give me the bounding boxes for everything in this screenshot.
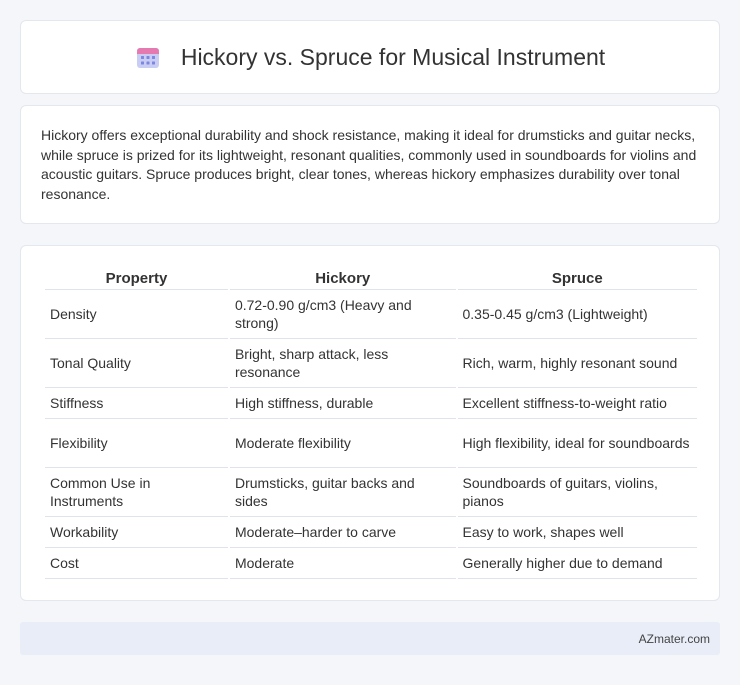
header-card: Hickory vs. Spruce for Musical Instrumen…: [20, 20, 720, 94]
row-hickory-value: 0.72-0.90 g/cm3 (Heavy and strong): [229, 290, 456, 339]
row-property: Tonal Quality: [45, 339, 228, 388]
row-spruce-value: Rich, warm, highly resonant sound: [457, 339, 697, 388]
table-row: Workability Moderate–harder to carve Eas…: [45, 517, 697, 548]
table-row: Tonal Quality Bright, sharp attack, less…: [45, 339, 697, 388]
table-row: Stiffness High stiffness, durable Excell…: [45, 388, 697, 419]
row-spruce-value: High flexibility, ideal for soundboards: [457, 419, 697, 468]
column-header-hickory: Hickory: [229, 266, 456, 290]
table-row: Flexibility Moderate flexibility High fl…: [45, 419, 697, 468]
summary-card: Hickory offers exceptional durability an…: [20, 105, 720, 224]
page-title: Hickory vs. Spruce for Musical Instrumen…: [180, 43, 606, 70]
comparison-table-card: Property Hickory Spruce Density 0.72-0.9…: [20, 245, 720, 601]
row-property: Cost: [45, 548, 228, 579]
row-property: Common Use in Instruments: [45, 468, 228, 517]
row-hickory-value: Moderate flexibility: [229, 419, 456, 468]
row-hickory-value: Bright, sharp attack, less resonance: [229, 339, 456, 388]
summary-text: Hickory offers exceptional durability an…: [41, 127, 697, 202]
row-spruce-value: Generally higher due to demand: [457, 548, 697, 579]
row-spruce-value: Easy to work, shapes well: [457, 517, 697, 548]
table-header-row: Property Hickory Spruce: [45, 266, 697, 290]
footer-site-link[interactable]: AZmater.com: [639, 632, 710, 646]
column-header-property: Property: [45, 266, 228, 290]
row-spruce-value: Soundboards of guitars, violins, pianos: [457, 468, 697, 517]
calendar-icon: [136, 48, 159, 68]
table-row: Common Use in Instruments Drumsticks, gu…: [45, 468, 697, 517]
row-spruce-value: Excellent stiffness-to-weight ratio: [457, 388, 697, 419]
comparison-table: Property Hickory Spruce Density 0.72-0.9…: [43, 266, 699, 579]
column-header-spruce: Spruce: [457, 266, 697, 290]
row-spruce-value: 0.35-0.45 g/cm3 (Lightweight): [457, 290, 697, 339]
footer-bar: AZmater.com: [20, 622, 720, 655]
row-hickory-value: Drumsticks, guitar backs and sides: [229, 468, 456, 517]
row-hickory-value: High stiffness, durable: [229, 388, 456, 419]
row-property: Density: [45, 290, 228, 339]
row-property: Stiffness: [45, 388, 228, 419]
row-property: Workability: [45, 517, 228, 548]
row-property: Flexibility: [45, 419, 228, 468]
row-hickory-value: Moderate: [229, 548, 456, 579]
row-hickory-value: Moderate–harder to carve: [229, 517, 456, 548]
table-row: Cost Moderate Generally higher due to de…: [45, 548, 697, 579]
table-row: Density 0.72-0.90 g/cm3 (Heavy and stron…: [45, 290, 697, 339]
